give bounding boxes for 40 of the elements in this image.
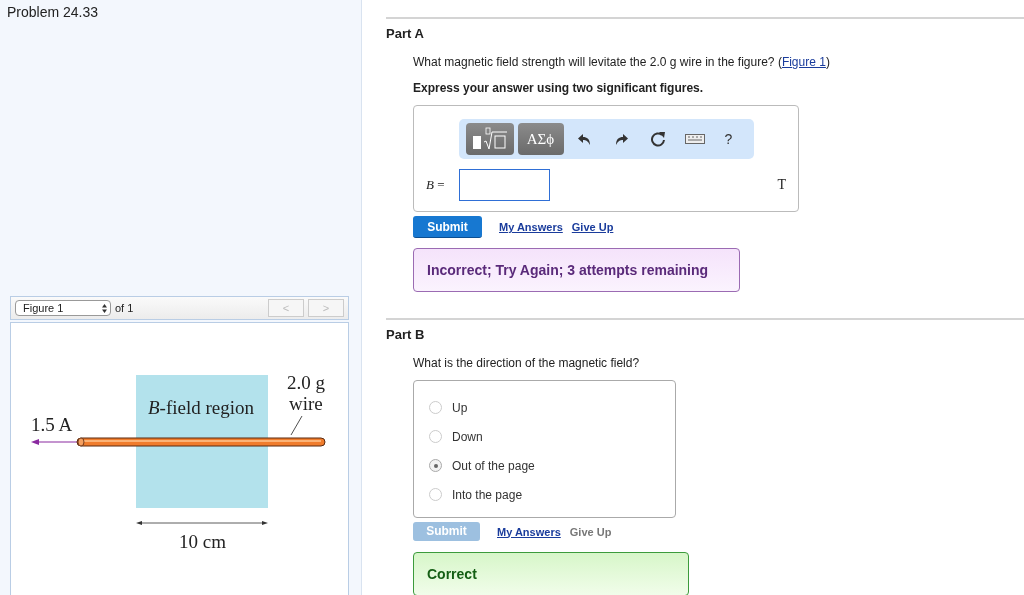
reset-icon[interactable] [650,131,666,147]
greek-button[interactable]: ΑΣϕ [517,123,564,155]
feedback-message: Incorrect; Try Again; 3 attempts remaining [413,248,740,292]
submit-button[interactable]: Submit [413,216,482,238]
answers-link[interactable]: My Answers [497,525,561,538]
answers-link[interactable]: My Answers [499,221,563,233]
problem-title: Problem 24.33 [6,3,100,22]
option-label: Out of the page [452,458,535,473]
question-text: What magnetic field strength will levitate the 2.0 g wire in the figure? (Figure 1) [413,55,831,69]
template-button[interactable] [465,123,514,155]
undo-icon[interactable] [577,133,591,145]
radio-button[interactable] [429,459,442,472]
answer-field[interactable] [459,169,550,201]
instruction-text: Express your answer using two significant figures. [413,81,705,95]
radio-button[interactable] [429,430,442,443]
radio-button[interactable] [429,488,442,501]
radio-button[interactable] [429,401,442,414]
give-up-link[interactable]: Give Up [571,221,614,233]
field-label: B-field region [148,398,255,417]
part-title: Part A [386,26,425,41]
option-label: Into the page [452,487,523,502]
part-title: Part B [386,327,426,342]
feedback-message: Correct [413,552,689,595]
option-label: Down [452,429,483,444]
figure-count: of 1 [115,302,135,314]
mass-label: 2.0 g [287,373,325,392]
keyboard-icon[interactable] [685,134,705,144]
option-label: Up [452,400,468,415]
redo-icon[interactable] [614,133,628,145]
width-label: 10 cm [179,532,226,551]
help-button[interactable]: ? [715,123,742,155]
leader-line [290,415,303,436]
updown-arrows-icon [102,303,107,313]
figure-link[interactable]: Figure 1 [781,55,826,69]
figure-select[interactable]: Figure 1 [15,300,111,316]
unit-label: T [777,177,786,193]
wire-label: wire [289,394,323,413]
question-text: What is the direction of the magnetic field? [413,356,641,370]
variable-label: B = [426,177,446,193]
current-label: 1.5 A [31,415,73,434]
